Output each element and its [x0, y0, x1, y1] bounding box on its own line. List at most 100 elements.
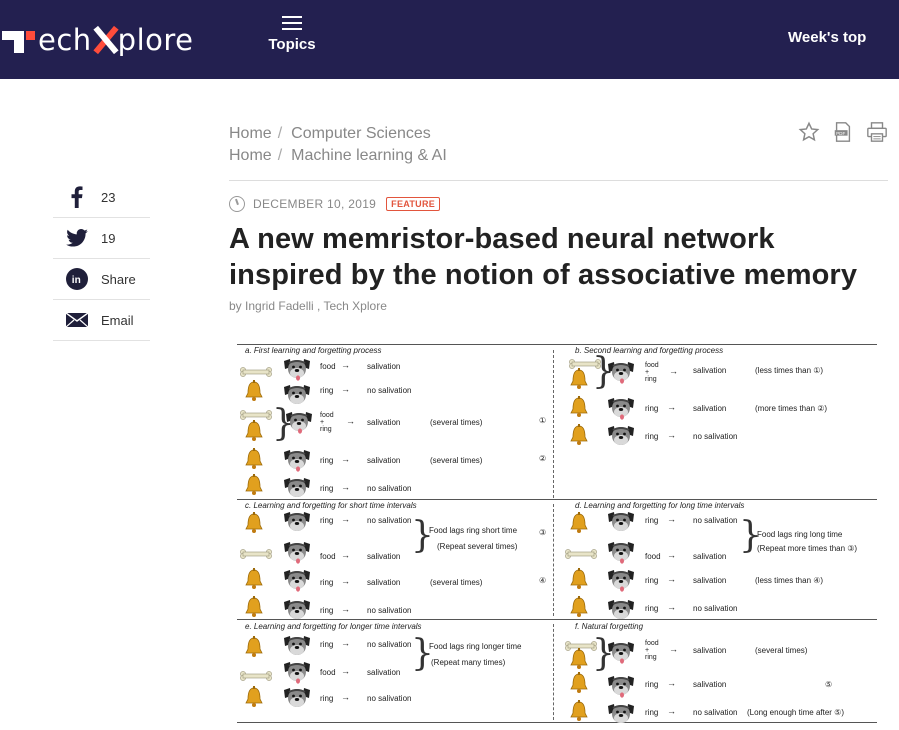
arrow-icon: →: [341, 666, 350, 676]
feature-badge[interactable]: FEATURE: [386, 197, 441, 211]
figure-label: food + ring: [645, 640, 659, 661]
bell-icon: [570, 596, 588, 618]
arrow-icon: →: [667, 402, 676, 412]
figure-label: no salivation: [367, 386, 412, 395]
breadcrumb-home-link[interactable]: Home: [229, 145, 272, 167]
bone-icon: [240, 668, 272, 681]
figure-label: ring: [320, 516, 334, 525]
figure-label: (Long enough time after ⑤): [747, 708, 845, 717]
figure-label: (less times than ④): [755, 576, 824, 585]
bell-icon: [245, 568, 263, 590]
facebook-count: 23: [101, 189, 116, 205]
figure-label: (more times than ②): [755, 404, 828, 413]
email-label: Email: [101, 312, 134, 328]
arrow-icon: →: [667, 706, 676, 716]
twitter-count: 19: [101, 230, 116, 246]
figure-label: ring: [320, 386, 334, 395]
article-meta: DECEMBER 10, 2019 FEATURE: [229, 196, 441, 212]
topics-menu-button[interactable]: Topics: [262, 16, 322, 53]
bone-icon: [565, 546, 597, 559]
linkedin-share-label: Share: [101, 271, 136, 287]
figure-label: ring: [320, 456, 334, 465]
figure-label: Food lags ring long time: [757, 530, 843, 539]
bookmark-star-icon[interactable]: [798, 121, 820, 143]
logo-text-plore: plore: [117, 23, 194, 57]
topics-label: Topics: [268, 36, 316, 53]
breadcrumb-category-link[interactable]: Computer Sciences: [291, 123, 431, 145]
share-twitter[interactable]: 19: [53, 218, 150, 259]
panel-title-f: f. Natural forgetting: [575, 622, 644, 631]
figure-label: (several times): [430, 578, 483, 587]
dog-salivating-icon: [605, 640, 637, 664]
figure-label: salivation: [693, 576, 727, 585]
bell-icon: [245, 512, 263, 534]
breadcrumb-row: Home / Computer Sciences: [229, 123, 447, 145]
dog-salivating-icon: [281, 540, 313, 564]
figure-label: food + ring: [645, 362, 659, 383]
arrow-icon: →: [341, 692, 350, 702]
figure-label: no salivation: [693, 432, 738, 441]
arrow-icon: →: [667, 550, 676, 560]
figure-label: salivation: [367, 418, 401, 427]
techxplore-logo[interactable]: ech plore: [2, 22, 194, 58]
bell-icon: [245, 596, 263, 618]
dog-salivating-icon: [283, 410, 315, 434]
dog-salivating-icon: [281, 357, 313, 381]
figure-label: ring: [645, 680, 659, 689]
figure-label: ring: [320, 694, 334, 703]
figure-label: ring: [645, 432, 659, 441]
dog-icon: [605, 702, 637, 726]
bell-icon: [570, 672, 588, 694]
arrow-icon: →: [667, 678, 676, 688]
bell-icon: [570, 568, 588, 590]
dog-salivating-icon: [605, 396, 637, 420]
share-facebook[interactable]: 23: [53, 177, 150, 218]
figure-label: food + ring: [320, 412, 334, 433]
figure-label: (several times): [430, 456, 483, 465]
figure-label: ③: [539, 528, 547, 537]
bell-icon: [245, 420, 263, 442]
figure-label: salivation: [693, 366, 727, 375]
arrow-icon: →: [667, 574, 676, 584]
breadcrumb-category-link[interactable]: Machine learning & AI: [291, 145, 447, 167]
figure-label: salivation: [367, 578, 401, 587]
figure-label: food: [645, 552, 661, 561]
article-title: A new memristor-based neural network ins…: [229, 223, 858, 291]
figure-label: salivation: [367, 552, 401, 561]
bell-icon: [245, 380, 263, 402]
svg-text:PDF: PDF: [836, 131, 845, 136]
arrow-icon: →: [667, 602, 676, 612]
figure-label: Food lags ring short time: [429, 526, 518, 535]
dog-icon: [281, 686, 313, 710]
print-icon[interactable]: [866, 121, 888, 143]
dog-icon: [605, 598, 637, 622]
arrow-icon: →: [667, 514, 676, 524]
figure-label: no salivation: [367, 640, 412, 649]
bone-icon: [240, 364, 272, 377]
dog-icon: [605, 510, 637, 534]
article-figure: a. First learning and forgetting process…: [235, 342, 878, 724]
dog-salivating-icon: [281, 568, 313, 592]
weeks-top-link[interactable]: Week's top: [788, 29, 866, 46]
arrow-icon: →: [667, 430, 676, 440]
breadcrumb-row: Home / Machine learning & AI: [229, 145, 447, 167]
arrow-icon: →: [341, 454, 350, 464]
breadcrumb: Home / Computer Sciences Home / Machine …: [229, 123, 447, 167]
arrow-icon: →: [341, 360, 350, 370]
bell-icon: [245, 686, 263, 708]
share-email[interactable]: Email: [53, 300, 150, 341]
dog-icon: [281, 634, 313, 658]
pdf-icon[interactable]: PDF: [832, 121, 854, 143]
figure-label: Food lags ring longer time: [429, 642, 522, 651]
share-linkedin[interactable]: in Share: [53, 259, 150, 300]
bell-icon: [245, 474, 263, 496]
breadcrumb-home-link[interactable]: Home: [229, 123, 272, 145]
bell-icon: [570, 368, 588, 390]
figure-rule: [237, 722, 877, 723]
figure-rule: [237, 344, 877, 345]
share-bar: 23 19 in Share Email: [53, 177, 150, 341]
figure-label: food: [320, 552, 336, 561]
dog-salivating-icon: [605, 360, 637, 384]
figure-label: no salivation: [693, 708, 738, 717]
logo-text-ech: ech: [38, 23, 92, 57]
